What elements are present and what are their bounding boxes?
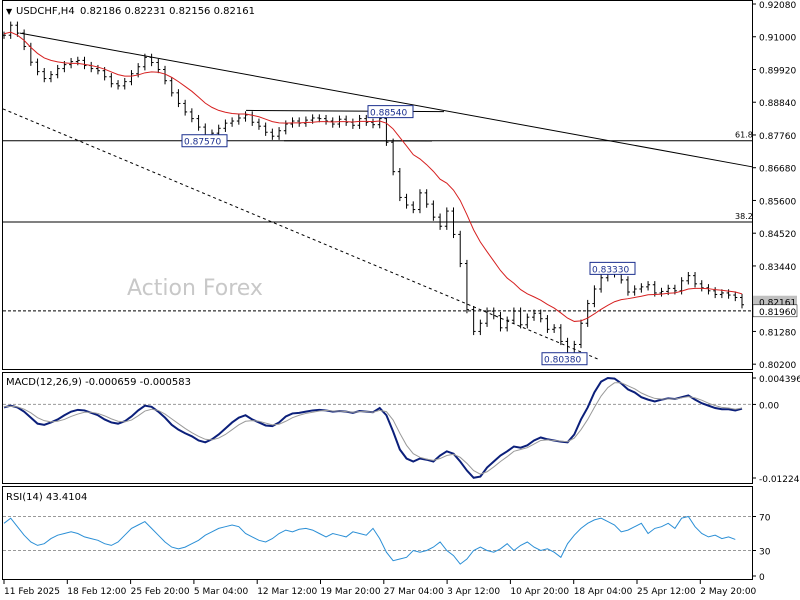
- price-tick-label: 0.80200: [759, 361, 796, 371]
- fib-level-label: 38.2: [735, 212, 753, 221]
- x-tick-label: 11 Feb 2025: [4, 587, 60, 597]
- rsi-title: RSI(14) 43.4104: [6, 492, 87, 503]
- rsi-tick-label: 0: [759, 573, 765, 583]
- x-tick-label: 18 Apr 04:00: [574, 587, 633, 597]
- line-price-label: 0.81960: [759, 308, 796, 318]
- x-tick-label: 12 Mar 12:00: [257, 587, 317, 597]
- macd-title: MACD(12,26,9) -0.000659 -0.000583: [6, 377, 191, 388]
- price-tick-label: 0.86680: [759, 165, 796, 175]
- symbol-label: USDCHF,H4: [16, 6, 75, 17]
- price-annotation-label: 0.87570: [184, 138, 221, 148]
- x-tick-label: 27 Mar 04:00: [384, 587, 444, 597]
- macd-tick-label: 0.004396: [759, 375, 800, 385]
- macd-tick-label: -0.012241: [759, 475, 800, 485]
- x-tick-label: 10 Apr 20:00: [510, 587, 569, 597]
- x-tick-label: 2 May 20:00: [700, 587, 756, 597]
- x-tick-label: 25 Feb 20:00: [131, 587, 190, 597]
- price-annotation-label: 0.83330: [592, 265, 629, 275]
- price-tick-label: 0.85600: [759, 197, 796, 207]
- macd-pane-frame: [2, 372, 753, 484]
- fib-level-label: 61.8: [735, 131, 753, 140]
- watermark: Action Forex: [127, 276, 263, 301]
- price-tick-label: 0.88840: [759, 99, 796, 109]
- price-pane-frame: [2, 0, 753, 370]
- price-tick-label: 0.91000: [759, 34, 796, 44]
- rsi-tick-label: 30: [759, 548, 771, 558]
- x-tick-label: 5 Mar 04:00: [194, 587, 249, 597]
- rsi-tick-label: 70: [759, 514, 771, 524]
- x-tick-label: 19 Mar 20:00: [321, 587, 381, 597]
- rsi-pane-frame: [2, 486, 753, 580]
- price-tick-label: 0.83440: [759, 263, 796, 273]
- price-tick-label: 0.84520: [759, 230, 796, 240]
- price-tick-label: 0.81280: [759, 328, 796, 338]
- price-tick-label: 0.92080: [759, 1, 796, 11]
- chart-canvas: Action Forex ▼ USDCHF,H4 0.82186 0.82231…: [2, 0, 800, 597]
- collapse-icon[interactable]: ▼: [6, 7, 13, 16]
- x-tick-label: 18 Feb 12:00: [67, 587, 126, 597]
- x-tick-label: 3 Apr 12:00: [447, 587, 500, 597]
- x-tick-label: 25 Apr 12:00: [637, 587, 696, 597]
- ohlc-readout: 0.82186 0.82231 0.82156 0.82161: [80, 6, 255, 17]
- macd-tick-label: 0.00: [759, 401, 779, 411]
- price-tick-label: 0.89920: [759, 66, 796, 76]
- price-annotation-label: 0.88540: [370, 109, 407, 119]
- price-tick-label: 0.87760: [759, 132, 796, 142]
- price-annotation-label: 0.80380: [544, 356, 581, 366]
